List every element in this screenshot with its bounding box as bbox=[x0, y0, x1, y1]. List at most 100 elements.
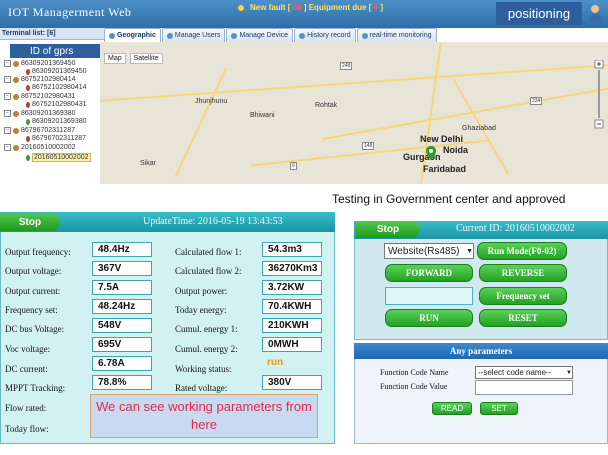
globe-icon bbox=[109, 32, 115, 39]
tree-node-device[interactable]: −20160510002002 bbox=[4, 144, 76, 151]
tree-leaf-device[interactable]: 86752102980431 bbox=[26, 101, 87, 108]
tree-node-device[interactable]: −86752102980414 bbox=[4, 76, 76, 83]
collapse-icon[interactable]: − bbox=[4, 127, 11, 134]
location-pin-icon bbox=[26, 118, 30, 125]
param-label: Calculated flow 1: bbox=[175, 247, 242, 257]
param-value: 6.78A bbox=[92, 356, 152, 371]
zoom-control[interactable] bbox=[594, 60, 604, 130]
function-code-name-label: Function Code Name bbox=[380, 368, 449, 377]
param-value: 0MWH bbox=[262, 337, 322, 352]
param-value: 7.5A bbox=[92, 280, 152, 295]
bulb-icon bbox=[238, 4, 244, 11]
any-parameters-title: Any parameters bbox=[354, 343, 608, 359]
param-value: 548V bbox=[92, 318, 152, 333]
user-icon[interactable] bbox=[588, 4, 602, 22]
new-fault-count: 66 bbox=[292, 3, 302, 12]
tree-node-device[interactable]: −86752102980431 bbox=[4, 93, 76, 100]
map-road bbox=[174, 67, 228, 177]
param-value: 48.24Hz bbox=[92, 299, 152, 314]
function-code-value-input[interactable] bbox=[475, 380, 573, 395]
param-value: 36270Km3 bbox=[262, 261, 322, 276]
param-value: 3.72KW bbox=[262, 280, 322, 295]
tab-manage-users[interactable]: Manage Users bbox=[161, 28, 226, 42]
tree-leaf-device[interactable]: 86796702311287 bbox=[26, 135, 86, 142]
function-code-value-label: Function Code Value bbox=[380, 382, 448, 391]
param-label: Today energy: bbox=[175, 305, 227, 315]
run-button[interactable]: RUN bbox=[385, 309, 473, 327]
map-city: New Delhi bbox=[420, 134, 464, 144]
location-pin-icon bbox=[26, 68, 30, 75]
map-type-map[interactable]: Map bbox=[104, 53, 126, 64]
param-value: 367V bbox=[92, 261, 152, 276]
map-city: Ghaziabad bbox=[462, 125, 496, 132]
collapse-icon[interactable]: − bbox=[4, 110, 11, 117]
map-city: Faridabad bbox=[423, 164, 467, 174]
positioning-label: positioning bbox=[496, 2, 582, 25]
reset-button[interactable]: RESET bbox=[479, 309, 567, 327]
frequency-set-button[interactable]: Frequency set bbox=[479, 287, 567, 305]
main-tabs: Geographic Manage Users Manage Device Hi… bbox=[104, 28, 437, 42]
map-type-satellite[interactable]: Satellite bbox=[129, 53, 163, 64]
param-label: Output power: bbox=[175, 286, 228, 296]
tree-leaf-device[interactable]: 86309201369450 bbox=[26, 68, 87, 75]
device-group-icon bbox=[13, 144, 19, 151]
collapse-icon[interactable]: − bbox=[4, 60, 11, 67]
map-road bbox=[420, 42, 442, 184]
param-value: 78.8% bbox=[92, 375, 152, 390]
param-value: 70.4KWH bbox=[262, 299, 322, 314]
device-group-icon bbox=[13, 76, 19, 83]
read-button[interactable]: READ bbox=[432, 402, 472, 415]
device-icon bbox=[231, 32, 238, 39]
highway-shield: 6 bbox=[290, 162, 297, 170]
location-pin-icon bbox=[26, 101, 30, 108]
highway-shield: 334 bbox=[530, 97, 543, 105]
chevron-down-icon: ▼ bbox=[566, 369, 572, 376]
reverse-button[interactable]: REVERSE bbox=[479, 264, 567, 282]
device-group-icon bbox=[13, 60, 19, 67]
map-type-toggle: Map Satellite bbox=[104, 53, 163, 64]
map-marker-icon[interactable] bbox=[426, 146, 436, 160]
history-icon bbox=[299, 32, 306, 39]
new-fault-label[interactable]: New fault [ 66 ] Equipment due [ 0 ] bbox=[250, 3, 383, 12]
device-group-icon bbox=[13, 93, 19, 100]
tab-manage-device[interactable]: Manage Device bbox=[226, 28, 294, 42]
collapse-icon[interactable]: − bbox=[4, 93, 11, 100]
collapse-icon[interactable]: − bbox=[4, 76, 11, 83]
tree-node-device[interactable]: −86309201369380 bbox=[4, 110, 76, 117]
protocol-select[interactable]: Website(Rs485) ▼ bbox=[384, 243, 474, 259]
control-stop-button[interactable]: Stop bbox=[356, 221, 420, 238]
map-view[interactable]: Jhunjhunu Sikar Bhiwani Rohtak New Delhi… bbox=[100, 42, 608, 184]
collapse-icon[interactable]: − bbox=[4, 144, 11, 151]
tree-node-device[interactable]: −86796702311287 bbox=[4, 127, 75, 134]
param-label: Frequency set: bbox=[5, 305, 58, 315]
map-city: Bhiwani bbox=[250, 112, 275, 119]
set-button[interactable]: SET bbox=[480, 402, 518, 415]
map-city: Rohtak bbox=[315, 102, 338, 109]
location-pin-icon bbox=[26, 135, 30, 142]
highway-shield: 248 bbox=[340, 62, 353, 70]
frequency-input[interactable] bbox=[385, 287, 473, 305]
gprs-id-label: ID of gprs bbox=[10, 44, 102, 58]
tab-geographic[interactable]: Geographic bbox=[104, 28, 161, 42]
run-mode-button[interactable]: Run Mode(F0-02) bbox=[477, 242, 567, 260]
param-label: Today flow: bbox=[5, 424, 49, 434]
tree-leaf-device[interactable]: 86752102980414 bbox=[26, 84, 87, 91]
tab-history-record[interactable]: History record bbox=[294, 28, 356, 42]
monitor-icon bbox=[361, 32, 368, 39]
stop-status-button[interactable]: Stop bbox=[0, 213, 60, 231]
function-code-select[interactable]: --select code name-- ▼ bbox=[475, 366, 573, 379]
equipment-due-count: 0 bbox=[373, 3, 379, 12]
tree-leaf-device-selected[interactable]: 20160510002002 bbox=[26, 153, 91, 162]
param-label: Output voltage: bbox=[5, 266, 62, 276]
tab-real-time-monitoring[interactable]: real-time monitoring bbox=[356, 28, 437, 42]
tree-node-device[interactable]: −86309201369450 bbox=[4, 60, 76, 67]
param-label: DC bus Voltage: bbox=[5, 324, 65, 334]
param-label: Working status: bbox=[175, 364, 232, 374]
map-city: Sikar bbox=[140, 160, 156, 167]
param-label: Calculated flow 2: bbox=[175, 266, 242, 276]
param-value: 210KWH bbox=[262, 318, 322, 333]
tree-leaf-device[interactable]: 86309201369380 bbox=[26, 118, 87, 125]
param-label: Cumul. energy 1: bbox=[175, 324, 238, 334]
param-label: Output frequency: bbox=[5, 247, 71, 257]
forward-button[interactable]: FORWARD bbox=[385, 264, 473, 282]
